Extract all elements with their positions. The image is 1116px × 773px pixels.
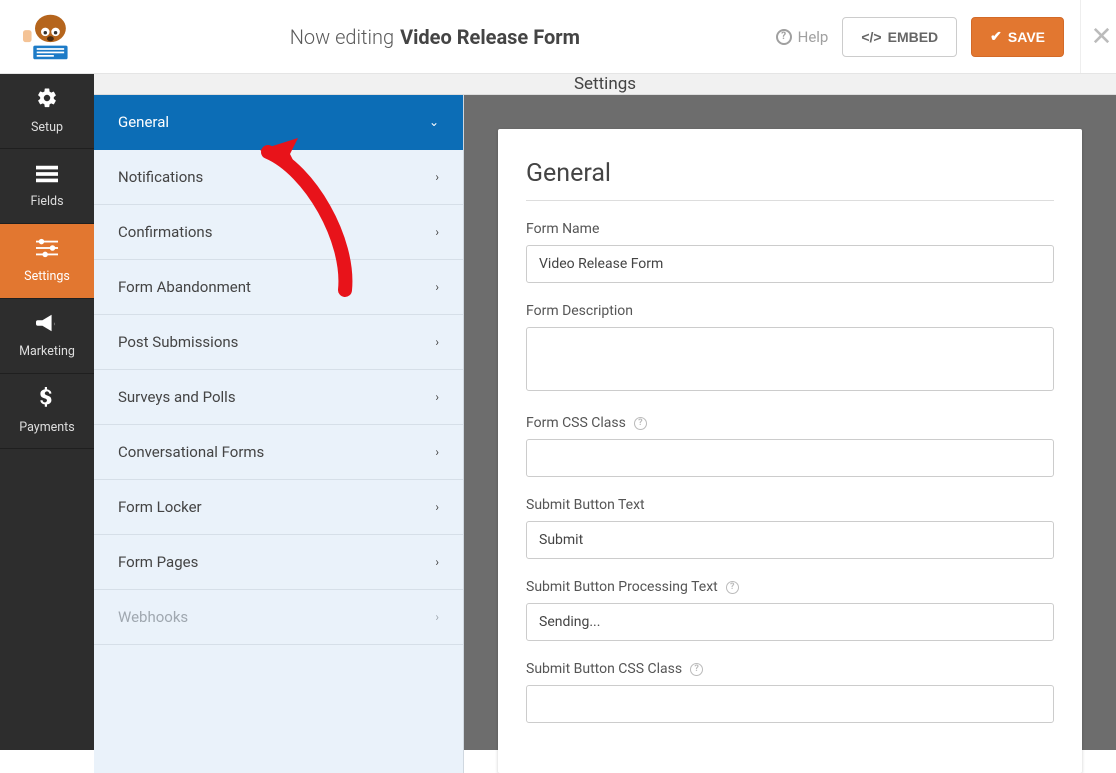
form-description-input[interactable] (526, 327, 1054, 391)
chevron-right-icon: › (435, 225, 439, 239)
field-submit-button-text: Submit Button Text (526, 497, 1054, 559)
embed-button[interactable]: </> EMBED (842, 17, 957, 57)
embed-button-label: EMBED (888, 29, 939, 45)
settings-row-label: Post Submissions (118, 333, 238, 351)
settings-row-form-abandonment[interactable]: Form Abandonment › (94, 260, 463, 315)
submit-button-processing-input[interactable] (526, 603, 1054, 641)
settings-row-label: Form Pages (118, 553, 198, 571)
settings-header: Settings (94, 74, 1116, 95)
settings-row-label: General (118, 113, 169, 131)
nav-item-label: Payments (19, 420, 74, 435)
help-icon[interactable]: ? (690, 663, 703, 676)
panel-wrap: General Form Name Form Description Form … (464, 95, 1116, 773)
field-submit-button-processing: Submit Button Processing Text ? (526, 579, 1054, 641)
sliders-icon (36, 238, 58, 263)
header: Now editing Video Release Form ? Help </… (0, 0, 1116, 74)
chevron-right-icon: › (435, 390, 439, 404)
chevron-down-icon: ⌄ (429, 115, 439, 129)
chevron-right-icon: › (435, 555, 439, 569)
form-name-input[interactable] (526, 245, 1054, 283)
nav-item-setup[interactable]: Setup (0, 74, 94, 149)
close-button[interactable]: ✕ (1080, 0, 1116, 73)
nav-item-marketing[interactable]: Marketing (0, 299, 94, 374)
settings-row-label: Form Abandonment (118, 278, 251, 296)
settings-row-conversational-forms[interactable]: Conversational Forms › (94, 425, 463, 480)
field-label: Form CSS Class ? (526, 415, 1054, 431)
help-icon: ? (776, 29, 792, 45)
megaphone-icon (36, 313, 58, 338)
chevron-right-icon: › (435, 335, 439, 349)
content-area: Settings General ⌄ Notifications › Confi… (94, 74, 1116, 750)
field-label-text: Submit Button Processing Text (526, 579, 718, 595)
field-form-name: Form Name (526, 221, 1054, 283)
logo (0, 0, 94, 73)
settings-row-label: Surveys and Polls (118, 388, 236, 406)
nav-item-fields[interactable]: Fields (0, 149, 94, 224)
chevron-right-icon: › (435, 170, 439, 184)
help-link-label: Help (798, 28, 829, 46)
form-title: Video Release Form (400, 25, 580, 49)
settings-row-confirmations[interactable]: Confirmations › (94, 205, 463, 260)
gear-icon (36, 87, 58, 114)
save-button-label: SAVE (1008, 29, 1045, 45)
field-label: Form Description (526, 303, 1054, 319)
chevron-right-icon: › (435, 500, 439, 514)
nav-item-label: Settings (24, 269, 70, 284)
chevron-right-icon: › (435, 280, 439, 294)
settings-row-label: Confirmations (118, 223, 212, 241)
nav-item-label: Fields (30, 194, 63, 209)
dollar-icon (40, 387, 54, 414)
chevron-right-icon: › (435, 610, 439, 624)
general-panel: General Form Name Form Description Form … (498, 129, 1082, 773)
close-icon: ✕ (1091, 22, 1113, 52)
settings-row-surveys-polls[interactable]: Surveys and Polls › (94, 370, 463, 425)
header-actions: ? Help </> EMBED ✔ SAVE (776, 17, 1080, 57)
nav-item-label: Setup (31, 120, 63, 135)
submit-button-css-class-input[interactable] (526, 685, 1054, 723)
nav-item-settings[interactable]: Settings (0, 224, 94, 299)
field-label: Submit Button Processing Text ? (526, 579, 1054, 595)
field-label: Form Name (526, 221, 1054, 237)
settings-row-general[interactable]: General ⌄ (94, 95, 463, 150)
left-nav: Setup Fields Settings Marketing Payments (0, 74, 94, 750)
field-label: Submit Button Text (526, 497, 1054, 513)
help-link[interactable]: ? Help (776, 28, 829, 46)
nav-item-payments[interactable]: Payments (0, 374, 94, 449)
field-label-text: Form CSS Class (526, 415, 626, 431)
settings-list: General ⌄ Notifications › Confirmations … (94, 95, 464, 773)
settings-row-label: Conversational Forms (118, 443, 264, 461)
help-icon[interactable]: ? (726, 581, 739, 594)
now-editing-label: Now editing (290, 25, 394, 49)
field-form-css-class: Form CSS Class ? (526, 415, 1054, 477)
nav-item-label: Marketing (19, 344, 75, 359)
header-title-area: Now editing Video Release Form (94, 25, 776, 49)
settings-row-label: Notifications (118, 168, 203, 186)
chevron-right-icon: › (435, 445, 439, 459)
list-icon (36, 164, 58, 188)
check-icon: ✔ (990, 28, 1002, 45)
settings-row-form-locker[interactable]: Form Locker › (94, 480, 463, 535)
help-icon[interactable]: ? (634, 417, 647, 430)
settings-row-post-submissions[interactable]: Post Submissions › (94, 315, 463, 370)
settings-row-webhooks[interactable]: Webhooks › (94, 590, 463, 645)
panel-title: General (526, 159, 1054, 201)
submit-button-text-input[interactable] (526, 521, 1054, 559)
field-label-text: Submit Button CSS Class (526, 661, 682, 677)
code-icon: </> (861, 29, 881, 45)
settings-row-notifications[interactable]: Notifications › (94, 150, 463, 205)
settings-row-label: Form Locker (118, 498, 202, 516)
field-submit-button-css-class: Submit Button CSS Class ? (526, 661, 1054, 723)
settings-row-label: Webhooks (118, 608, 188, 626)
wpforms-logo-icon (19, 13, 75, 61)
field-label: Submit Button CSS Class ? (526, 661, 1054, 677)
save-button[interactable]: ✔ SAVE (971, 17, 1064, 57)
field-form-description: Form Description (526, 303, 1054, 395)
settings-row-form-pages[interactable]: Form Pages › (94, 535, 463, 590)
form-css-class-input[interactable] (526, 439, 1054, 477)
